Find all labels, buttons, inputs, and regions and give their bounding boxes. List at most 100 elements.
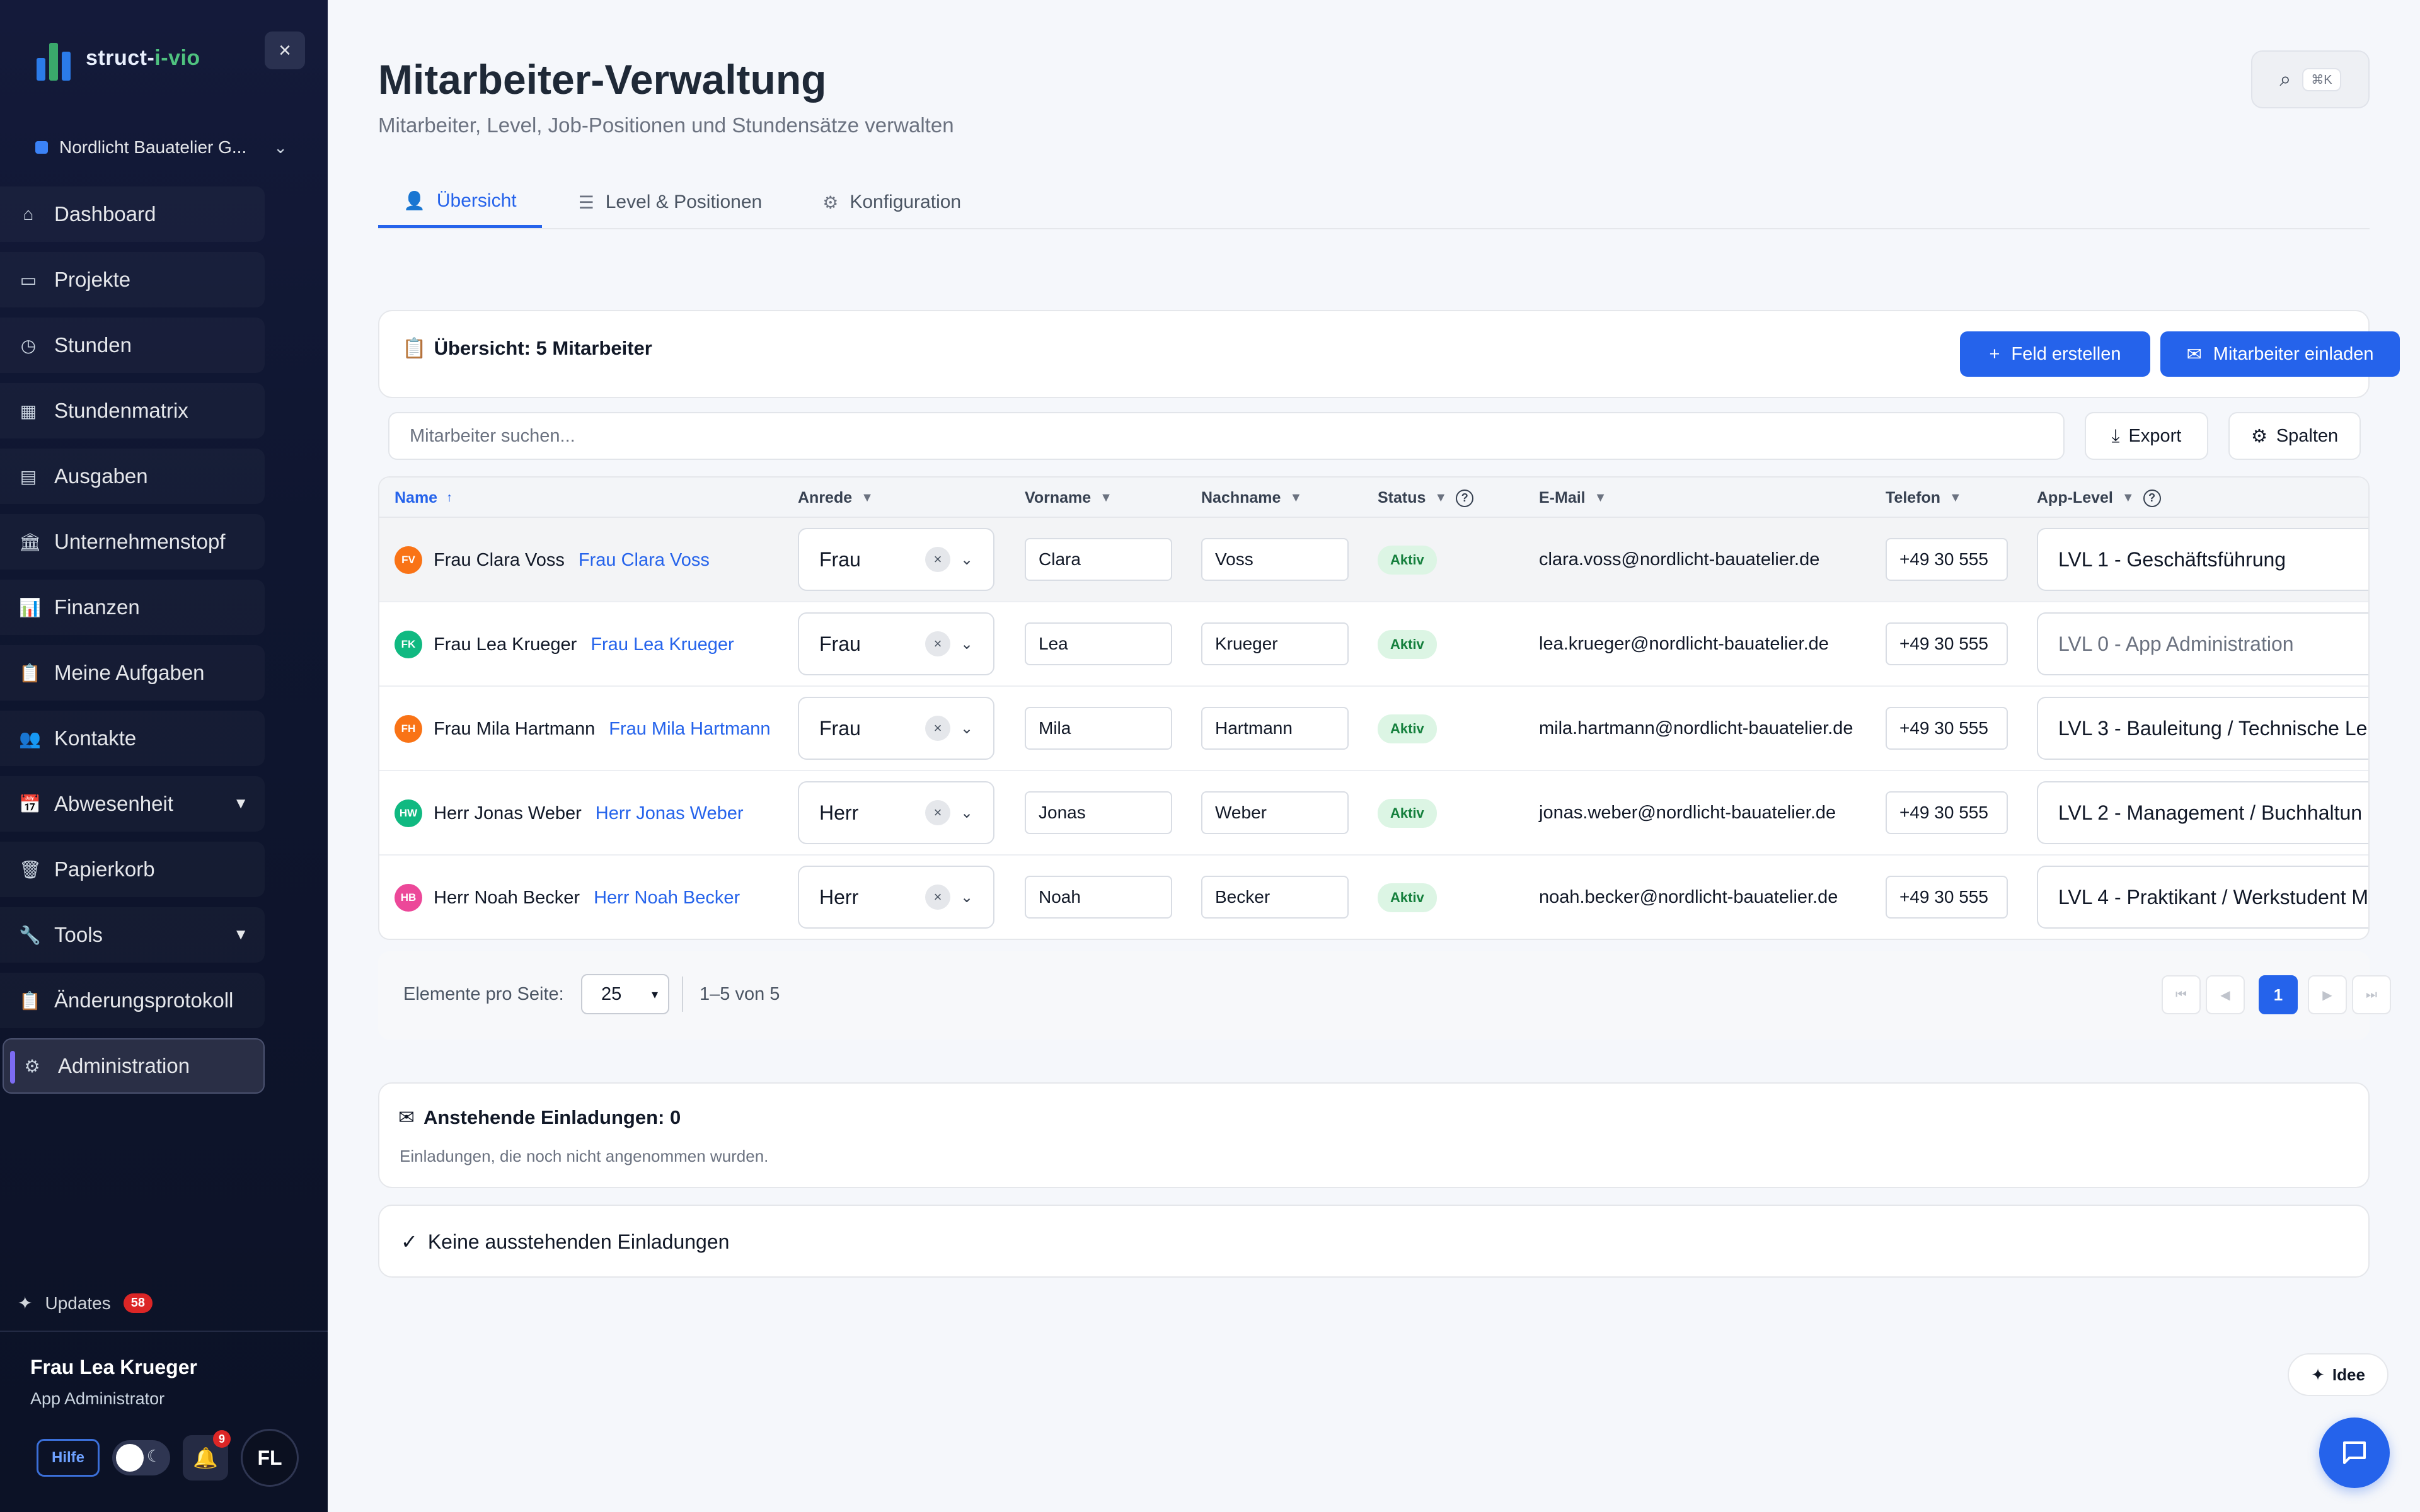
column-header-status[interactable]: Status ▼? (1378, 489, 1474, 507)
organization-selector[interactable]: Nordlicht Bauatelier G... ⌄ (35, 132, 287, 163)
notifications-button[interactable]: 🔔 9 (183, 1430, 231, 1480)
salutation-value: Frau (819, 632, 861, 655)
idea-button[interactable]: ✦ Idee (2288, 1353, 2388, 1396)
lastname-input[interactable]: Becker (1201, 876, 1349, 919)
status-badge: Aktiv (1378, 714, 1437, 743)
invite-employee-button[interactable]: ✉ Mitarbeiter einladen (2160, 331, 2400, 377)
sidebar-item-projekte[interactable]: ▭ Projekte (0, 252, 265, 307)
firstname-input[interactable]: Jonas (1025, 791, 1172, 834)
logo[interactable]: struct-i-vio (33, 30, 200, 86)
salutation-select[interactable]: Herr × ⌄ (798, 781, 994, 844)
tab-uebersicht[interactable]: 👤 Übersicht (378, 176, 542, 228)
current-user-name: Frau Lea Krueger (30, 1356, 197, 1378)
employee-link[interactable]: Frau Lea Krueger (591, 634, 734, 655)
phone-input[interactable]: +49 30 555 (1886, 791, 2008, 834)
employee-link[interactable]: Herr Jonas Weber (596, 803, 744, 824)
salutation-select[interactable]: Frau × ⌄ (798, 528, 994, 591)
clock-icon: ◷ (20, 335, 37, 355)
table-row[interactable]: FH Frau Mila Hartmann Frau Mila Hartmann… (379, 687, 2368, 771)
clear-icon[interactable]: × (925, 885, 950, 910)
table-row[interactable]: HW Herr Jonas Weber Herr Jonas Weber Her… (379, 771, 2368, 856)
columns-button[interactable]: ⚙ Spalten (2228, 412, 2361, 460)
export-button[interactable]: ⤓ Export (2085, 412, 2208, 460)
employee-link[interactable]: Herr Noah Becker (594, 888, 740, 908)
theme-toggle[interactable]: ☾ (112, 1440, 170, 1475)
updates-link[interactable]: ✦ Updates 58 (18, 1293, 153, 1314)
prev-page-button[interactable]: ◀ (2206, 975, 2245, 1014)
sidebar-item-stunden[interactable]: ◷ Stunden (0, 318, 265, 373)
column-header-name[interactable]: Name ↑ (395, 489, 452, 507)
page-button-current[interactable]: 1 (2259, 975, 2298, 1014)
tab-konfiguration[interactable]: ⚙ Konfiguration (798, 176, 985, 228)
level-select[interactable]: LVL 4 - Praktikant / Werkstudent M (2037, 866, 2368, 929)
table-row[interactable]: FV Frau Clara Voss Frau Clara Voss Frau … (379, 518, 2368, 602)
sidebar-item-dashboard[interactable]: ⌂ Dashboard (0, 186, 265, 242)
firstname-input[interactable]: Lea (1025, 622, 1172, 665)
status-badge: Aktiv (1378, 630, 1437, 659)
help-icon[interactable]: ? (2143, 489, 2161, 507)
level-select[interactable]: LVL 1 - Geschäftsführung (2037, 528, 2368, 591)
column-header-phone[interactable]: Telefon ▼ (1886, 489, 1962, 507)
column-header-lastname[interactable]: Nachname ▼ (1201, 489, 1302, 507)
first-page-button[interactable]: ⏮ (2162, 975, 2201, 1014)
firstname-input[interactable]: Mila (1025, 707, 1172, 750)
close-sidebar-button[interactable]: × (265, 32, 305, 69)
sidebar-item-meine-aufgaben[interactable]: 📋 Meine Aufgaben (0, 645, 265, 701)
lastname-input[interactable]: Krueger (1201, 622, 1349, 665)
salutation-select[interactable]: Herr × ⌄ (798, 866, 994, 929)
employee-name: Frau Clara Voss (434, 549, 565, 570)
create-field-button[interactable]: + Feld erstellen (1960, 331, 2150, 377)
tab-level-positionen[interactable]: ☰ Level & Positionen (555, 176, 786, 228)
firstname-input[interactable]: Clara (1025, 538, 1172, 581)
check-icon: ✓ (401, 1230, 418, 1253)
sidebar-item-unternehmenstopf[interactable]: 🏛 Unternehmenstopf (0, 514, 265, 570)
per-page-select[interactable]: 25 ▾ (581, 974, 669, 1014)
users-icon: 👤 (403, 191, 425, 210)
firstname-input[interactable]: Noah (1025, 876, 1172, 919)
phone-input[interactable]: +49 30 555 (1886, 622, 2008, 665)
column-header-salutation[interactable]: Anrede ▼ (798, 489, 873, 507)
user-avatar-button[interactable]: FL (241, 1429, 299, 1487)
salutation-select[interactable]: Frau × ⌄ (798, 697, 994, 760)
sidebar-item-administration[interactable]: ⚙ Administration (3, 1038, 265, 1094)
help-button[interactable]: Hilfe (37, 1439, 100, 1477)
org-name: Nordlicht Bauatelier G... (59, 137, 247, 157)
employee-search-input[interactable]: Mitarbeiter suchen... (388, 412, 2065, 460)
lastname-input[interactable]: Voss (1201, 538, 1349, 581)
sidebar-item-aenderungsprotokoll[interactable]: 📋 Änderungsprotokoll (0, 973, 265, 1028)
sidebar-item-abwesenheit[interactable]: 📅 Abwesenheit ▼ (0, 776, 265, 832)
sidebar-item-finanzen[interactable]: 📊 Finanzen (0, 580, 265, 635)
phone-input[interactable]: +49 30 555 (1886, 876, 2008, 919)
sidebar-item-stundenmatrix[interactable]: ▦ Stundenmatrix (0, 383, 265, 438)
help-icon[interactable]: ? (1456, 489, 1474, 507)
clear-icon[interactable]: × (925, 800, 950, 825)
caret-down-icon: ▼ (233, 795, 248, 812)
clear-icon[interactable]: × (925, 716, 950, 741)
employee-link[interactable]: Frau Mila Hartmann (609, 719, 770, 740)
phone-input[interactable]: +49 30 555 (1886, 707, 2008, 750)
level-select[interactable]: LVL 2 - Management / Buchhaltun (2037, 781, 2368, 844)
column-header-firstname[interactable]: Vorname ▼ (1025, 489, 1112, 507)
last-page-button[interactable]: ⏭ (2352, 975, 2391, 1014)
lastname-input[interactable]: Weber (1201, 791, 1349, 834)
lastname-input[interactable]: Hartmann (1201, 707, 1349, 750)
employee-link[interactable]: Frau Clara Voss (579, 550, 710, 571)
global-search-button[interactable]: ⌕ ⌘K (2251, 50, 2370, 108)
column-header-level[interactable]: App-Level ▼? (2037, 489, 2161, 507)
sidebar-item-ausgaben[interactable]: ▤ Ausgaben (0, 449, 265, 504)
table-row[interactable]: HB Herr Noah Becker Herr Noah Becker Her… (379, 856, 2368, 939)
salutation-select[interactable]: Frau × ⌄ (798, 612, 994, 675)
sidebar-item-kontakte[interactable]: 👥 Kontakte (0, 711, 265, 766)
level-select[interactable]: LVL 3 - Bauleitung / Technische Le (2037, 697, 2368, 760)
phone-input[interactable]: +49 30 555 (1886, 538, 2008, 581)
table-row[interactable]: FK Frau Lea Krueger Frau Lea Krueger Fra… (379, 602, 2368, 687)
sidebar-item-papierkorb[interactable]: 🗑 Papierkorb (0, 842, 265, 897)
level-select[interactable]: LVL 0 - App Administration (2037, 612, 2368, 675)
clear-icon[interactable]: × (925, 547, 950, 572)
chat-button[interactable] (2319, 1418, 2390, 1488)
clear-icon[interactable]: × (925, 631, 950, 656)
column-header-email[interactable]: E-Mail ▼ (1539, 489, 1606, 507)
sidebar-item-tools[interactable]: 🔧 Tools ▼ (0, 907, 265, 963)
next-page-button[interactable]: ▶ (2308, 975, 2347, 1014)
filter-icon: ▼ (1289, 491, 1303, 505)
